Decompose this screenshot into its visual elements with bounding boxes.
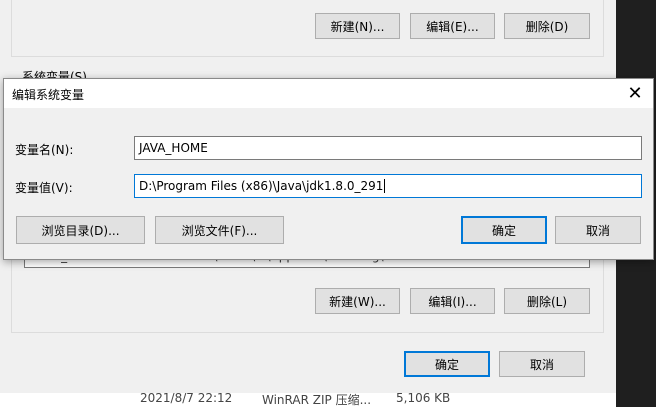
dialog-titlebar: 编辑系统变量 ✕ (4, 79, 653, 108)
browse-file-button[interactable]: 浏览文件(F)... (155, 216, 284, 244)
variable-name-value: JAVA_HOME (139, 141, 208, 155)
variable-value-label: 变量值(V): (15, 181, 73, 195)
file-size: 5,106 KB (396, 393, 451, 405)
user-edit-button[interactable]: 编辑(E)... (410, 13, 495, 39)
system-new-button[interactable]: 新建(W)... (315, 288, 400, 314)
close-icon[interactable]: ✕ (623, 82, 647, 104)
ok-button[interactable]: 确定 (404, 351, 490, 377)
dialog-title: 编辑系统变量 (12, 88, 85, 102)
user-new-button[interactable]: 新建(N)... (315, 13, 400, 39)
browse-directory-button[interactable]: 浏览目录(D)... (16, 216, 145, 244)
file-type: WinRAR ZIP 压缩... (262, 393, 372, 407)
dialog-ok-button[interactable]: 确定 (461, 216, 547, 244)
variable-name-label: 变量名(N): (15, 143, 74, 157)
dialog-cancel-button[interactable]: 取消 (555, 216, 641, 244)
file-list-row: 2021/8/7 22:12 WinRAR ZIP 压缩... 5,106 KB (0, 393, 616, 407)
system-edit-button[interactable]: 编辑(I)... (410, 288, 495, 314)
user-delete-button[interactable]: 删除(D) (504, 13, 590, 39)
system-delete-button[interactable]: 删除(L) (504, 288, 590, 314)
variable-name-field[interactable]: JAVA_HOME (134, 136, 642, 160)
edit-system-variable-dialog: 编辑系统变量 ✕ 变量名(N): JAVA_HOME 变量值(V): D:\Pr… (3, 78, 654, 260)
file-date: 2021/8/7 22:12 (140, 393, 233, 405)
cancel-button[interactable]: 取消 (499, 351, 585, 377)
text-caret (384, 179, 386, 193)
variable-value-text: D:\Program Files (x86)\Java\jdk1.8.0_291 (139, 179, 384, 193)
variable-value-field[interactable]: D:\Program Files (x86)\Java\jdk1.8.0_291 (134, 174, 642, 198)
